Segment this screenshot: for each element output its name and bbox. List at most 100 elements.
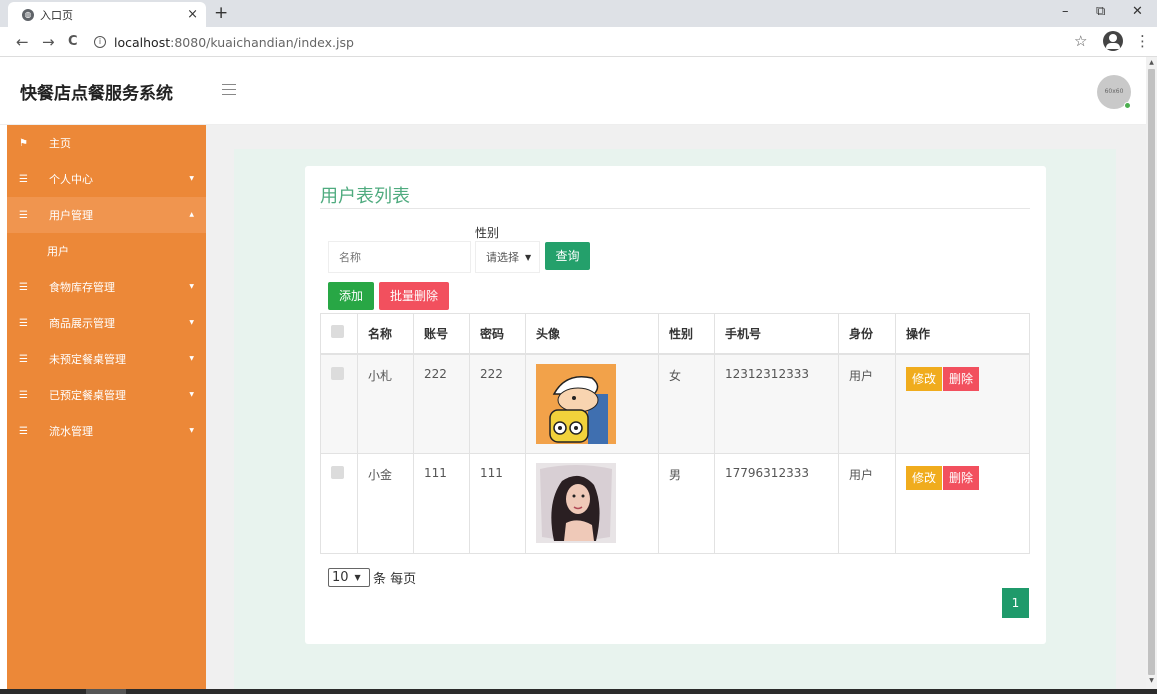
sidebar-item-personal-center[interactable]: ☰ 个人中心 ▼ (7, 161, 206, 197)
cell-phone: 17796312333 (714, 453, 839, 554)
back-button[interactable]: ← (16, 33, 29, 51)
menu-kebab-icon[interactable]: ⋮ (1135, 32, 1150, 50)
info-icon[interactable]: i (94, 36, 106, 48)
cell-account: 222 (413, 353, 470, 454)
chevron-down-icon: ▼ (525, 252, 532, 262)
select-all-checkbox[interactable] (331, 325, 344, 339)
sidebar-item-user-management[interactable]: ☰ 用户管理 ▲ (7, 197, 206, 233)
grid-icon: ☰ (19, 281, 28, 293)
sidebar-item-label: 已预定餐桌管理 (49, 389, 126, 402)
sidebar-item-reserved-tables[interactable]: ☰ 已预定餐桌管理 ▼ (7, 377, 206, 413)
scroll-thumb[interactable] (1148, 69, 1155, 675)
reload-button[interactable]: C (68, 34, 78, 49)
window-close-button[interactable]: ✕ (1132, 4, 1143, 19)
add-button[interactable]: 添加 (328, 282, 374, 310)
url-text: localhost:8080/kuaichandian/index.jsp (114, 34, 354, 50)
portrait-avatar-image (536, 463, 616, 543)
row-select-cell (320, 353, 358, 454)
gender-select-value: 请选择 (486, 251, 519, 264)
hamburger-menu-icon[interactable] (222, 84, 236, 95)
sidebar-subitem-users[interactable]: 用户 (7, 233, 206, 269)
cell-gender: 女 (658, 353, 715, 454)
cell-account: 111 (413, 453, 470, 554)
edit-button[interactable]: 修改 (906, 466, 943, 490)
taskbar-item[interactable] (86, 689, 126, 694)
column-header: 性别 (658, 313, 715, 355)
sidebar-item-home[interactable]: ⚑ 主页 (7, 125, 206, 161)
gender-label: 性别 (475, 226, 500, 240)
column-header: 头像 (525, 313, 659, 355)
chevron-down-icon: ▼ (189, 427, 194, 434)
chevron-down-icon: ▼ (189, 175, 194, 182)
gender-select[interactable]: 请选择 ▼ (475, 241, 540, 273)
title-divider (320, 208, 1030, 209)
cell-password: 111 (469, 453, 526, 554)
column-header: 手机号 (714, 313, 839, 355)
delete-button[interactable]: 删除 (943, 466, 980, 490)
cell-avatar (525, 453, 659, 554)
sidebar-item-label: 商品展示管理 (49, 317, 115, 330)
page-button-1[interactable]: 1 (1002, 588, 1029, 618)
app-title: 快餐店点餐服务系统 (20, 84, 173, 104)
name-search-input[interactable] (328, 241, 471, 273)
bookmark-star-icon[interactable]: ☆ (1074, 32, 1087, 50)
tab-close-icon[interactable]: × (187, 7, 198, 22)
cell-name: 小札 (357, 353, 414, 454)
scrollbar[interactable]: ▲ ▼ (1146, 57, 1157, 689)
sidebar-item-label: 流水管理 (49, 425, 93, 438)
page-title: 用户表列表 (320, 186, 410, 207)
sidebar-item-transactions[interactable]: ☰ 流水管理 ▼ (7, 413, 206, 449)
cell-role: 用户 (838, 453, 896, 554)
user-table: 名称 账号 密码 头像 性别 手机号 身份 操作 小札 222 222 女 12… (320, 313, 1030, 554)
browser-tab[interactable]: ◍ 入口页 × (8, 2, 206, 27)
column-header: 账号 (413, 313, 470, 355)
batch-delete-button[interactable]: 批量删除 (379, 282, 449, 310)
minimize-button[interactable]: – (1062, 4, 1069, 19)
query-button[interactable]: 查询 (545, 242, 590, 270)
select-all-cell (320, 313, 358, 355)
new-tab-button[interactable]: + (214, 3, 228, 23)
forward-button[interactable]: → (42, 33, 55, 51)
column-header: 名称 (357, 313, 414, 355)
chevron-down-icon: ▼ (189, 391, 194, 398)
grid-icon: ☰ (19, 317, 28, 329)
scroll-down-icon[interactable]: ▼ (1146, 675, 1157, 687)
cell-actions: 修改 删除 (895, 453, 1030, 554)
cell-name: 小金 (357, 453, 414, 554)
url-field[interactable]: i localhost:8080/kuaichandian/index.jsp (94, 31, 1094, 53)
cell-role: 用户 (838, 353, 896, 454)
globe-icon: ◍ (22, 8, 34, 21)
row-select-cell (320, 453, 358, 554)
browser-tab-bar: ◍ 入口页 × + – ⧉ ✕ (0, 0, 1157, 27)
restore-button[interactable]: ⧉ (1096, 4, 1105, 19)
tab-title: 入口页 (40, 8, 73, 22)
column-header: 身份 (838, 313, 896, 355)
chevron-up-icon: ▲ (189, 211, 194, 218)
table-row: 小金 111 111 男 17796312333 用户 修改 删除 (320, 453, 1030, 554)
chevron-down-icon: ▼ (189, 283, 194, 290)
table-row: 小札 222 222 女 12312312333 用户 修改 删除 (320, 353, 1030, 454)
per-page-control: 10 ▼ 条 每页 (328, 568, 416, 587)
cell-actions: 修改 删除 (895, 353, 1030, 454)
edit-button[interactable]: 修改 (906, 366, 943, 391)
row-checkbox[interactable] (331, 466, 344, 479)
per-page-value: 10 (332, 570, 349, 585)
sidebar-item-label: 用户管理 (49, 209, 93, 222)
per-page-select[interactable]: 10 ▼ (328, 568, 370, 587)
scroll-up-icon[interactable]: ▲ (1146, 57, 1157, 69)
user-list-card: 用户表列表 性别 请选择 ▼ 查询 添加 批量删除 名称 账号 密码 头像 性别… (305, 166, 1046, 644)
sidebar-item-product-display[interactable]: ☰ 商品展示管理 ▼ (7, 305, 206, 341)
sidebar-item-food-inventory[interactable]: ☰ 食物库存管理 ▼ (7, 269, 206, 305)
address-bar: ← → C i localhost:8080/kuaichandian/inde… (0, 27, 1157, 57)
cell-password: 222 (469, 353, 526, 454)
per-page-label: 条 每页 (373, 572, 417, 587)
app-header: 快餐店点餐服务系统 60x60 (0, 57, 1146, 125)
delete-button[interactable]: 删除 (943, 366, 980, 391)
grid-icon: ☰ (19, 173, 28, 185)
sidebar-item-unreserved-tables[interactable]: ☰ 未预定餐桌管理 ▼ (7, 341, 206, 377)
grid-icon: ☰ (19, 425, 28, 437)
row-checkbox[interactable] (331, 366, 344, 380)
profile-icon[interactable] (1103, 31, 1123, 51)
online-status-dot (1124, 102, 1131, 109)
cell-gender: 男 (658, 453, 715, 554)
